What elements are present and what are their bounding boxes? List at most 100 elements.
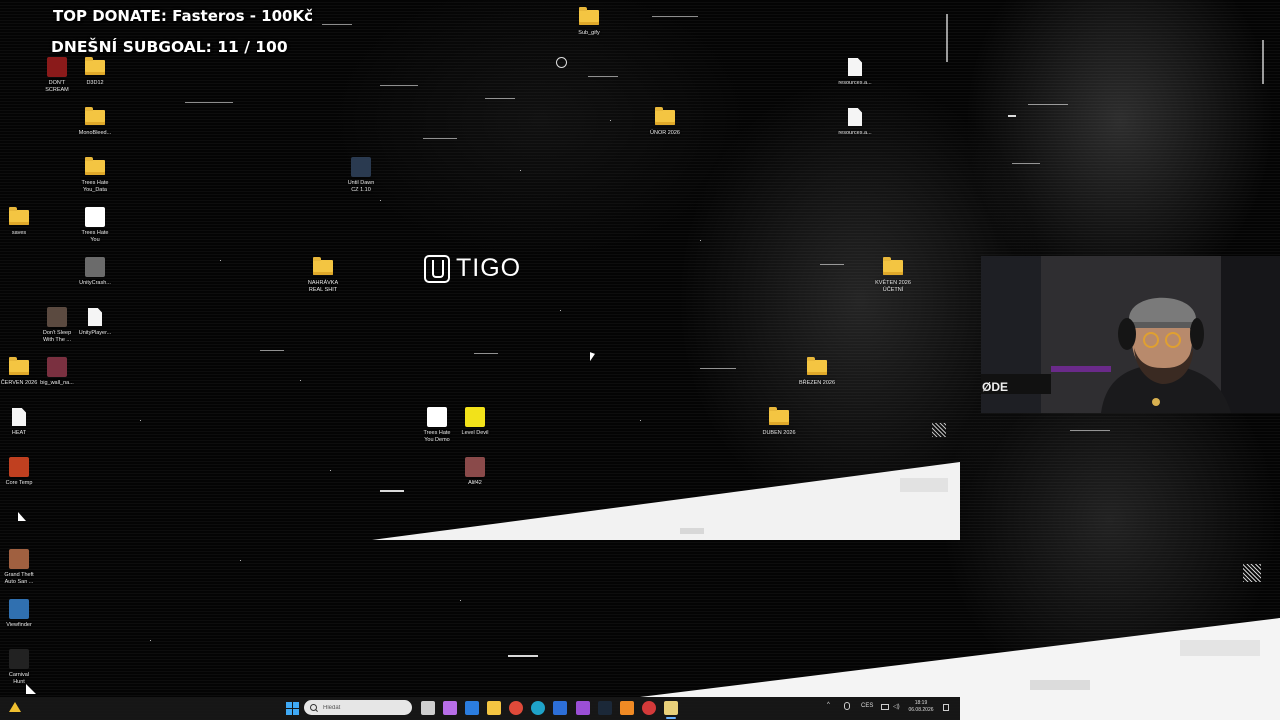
folder-icon: [84, 56, 106, 77]
desktop-icon-label: Core Temp: [5, 480, 33, 486]
folder-icon: [84, 106, 106, 127]
store-icon[interactable]: [465, 701, 479, 715]
start-button[interactable]: [286, 701, 300, 715]
desktop-icon[interactable]: Grand Theft Auto San ...: [0, 549, 43, 585]
search-icon: [310, 704, 317, 711]
desktop-icon-label: Trees Hate You_Data: [81, 180, 109, 193]
folder-icon: [578, 6, 600, 27]
app-icon: [46, 57, 68, 77]
desktop-icon-label: Level Devil: [461, 430, 489, 436]
desktop-icon-label: resources.a...: [838, 80, 872, 86]
desktop-icon[interactable]: Core Temp: [0, 457, 43, 487]
desktop-icon-label: Don't Sleep With The ...: [42, 330, 72, 343]
top-donate-text: TOP DONATE: Fasteros - 100Kč: [53, 7, 313, 25]
desktop-icon[interactable]: Viewfinder: [0, 599, 43, 629]
language-indicator[interactable]: CES: [861, 703, 873, 709]
app-icon: [8, 457, 30, 477]
desktop-icon-label: D3D12: [86, 80, 104, 86]
file-icon: [844, 57, 866, 77]
file-icon: [844, 107, 866, 127]
desktop-icon[interactable]: MonoBleed...: [71, 106, 119, 137]
task-view-icon[interactable]: [421, 701, 435, 715]
app-red-icon[interactable]: [642, 701, 656, 715]
folder-icon: [84, 156, 106, 177]
chrome-icon[interactable]: [509, 701, 523, 715]
desktop-icon-label: Viewfinder: [6, 622, 32, 628]
desktop-icon-label: big_wall_na...: [40, 380, 74, 386]
desktop-icon-label: NAHRÁVKA REAL SHIT: [307, 280, 339, 293]
desktop-icon[interactable]: DUBEN 2026: [755, 406, 803, 437]
desktop-icon[interactable]: resources.a...: [831, 107, 879, 137]
file-icon: [84, 307, 106, 327]
desktop-icon[interactable]: Level Devil: [451, 407, 499, 437]
arrow-marker-icon: [18, 512, 26, 521]
desktop-icon-label: HEAT: [11, 430, 27, 436]
edge-icon[interactable]: [531, 701, 545, 715]
search-input[interactable]: [323, 704, 409, 711]
app-orange-icon[interactable]: [620, 701, 634, 715]
desktop-icon[interactable]: Alif42: [451, 457, 499, 487]
hatch-marker: [932, 423, 946, 437]
desktop-icon-label: Alif42: [468, 480, 482, 486]
webcam-feed: ØDE: [981, 256, 1280, 413]
volume-icon[interactable]: ◁): [893, 703, 900, 710]
steam-icon[interactable]: [598, 701, 612, 715]
app-purple-icon[interactable]: [576, 701, 590, 715]
loading-ring-icon: [556, 57, 567, 68]
taskbar-search-box[interactable]: [304, 700, 412, 715]
desktop-icon[interactable]: Carnival Hunt: [0, 649, 43, 685]
folder-icon: [8, 206, 30, 227]
network-icon[interactable]: [881, 704, 889, 710]
taskbar-clock[interactable]: 18:19 06.08.2026: [904, 700, 938, 714]
app-blue-icon[interactable]: [553, 701, 567, 715]
subgoal-text: DNEŠNÍ SUBGOAL: 11 / 100: [51, 38, 288, 56]
desktop-icon-label: DON'T SCREAM: [45, 80, 69, 93]
desktop-icon[interactable]: Until Dawn CZ 1.10: [337, 157, 385, 193]
desktop-icon[interactable]: Trees Hate You_Data: [71, 156, 119, 193]
desktop-icon[interactable]: saves: [0, 206, 43, 237]
desktop-icon[interactable]: BŘEZEN 2026: [793, 356, 841, 387]
desktop-icon[interactable]: big_wall_na...: [33, 357, 81, 387]
tray-overflow-chevron-icon[interactable]: ^: [827, 702, 830, 708]
tigo-logo: TIGO: [424, 254, 521, 283]
desktop-icon[interactable]: NAHRÁVKA REAL SHIT: [299, 256, 347, 293]
folder-icon: [654, 106, 676, 127]
desktop-icon[interactable]: HEAT: [0, 407, 43, 437]
clock-date: 06.08.2026: [908, 707, 934, 713]
file-explorer-icon[interactable]: [487, 701, 501, 715]
desktop-icon[interactable]: KVĚTEN 2026 ÚČETNÍ: [869, 256, 917, 293]
desktop-icon[interactable]: D3D12: [71, 56, 119, 87]
desktop-icon[interactable]: UnityPlayer...: [71, 307, 119, 337]
desktop-icon[interactable]: resources.a...: [831, 57, 879, 87]
desktop-icon-label: Trees Hate You Demo: [423, 430, 451, 443]
hatch-marker: [1243, 564, 1261, 582]
desktop-icon-label: Sub_gify: [578, 30, 600, 36]
taskbar: ^ CES ◁) 18:19 06.08.2026: [0, 697, 960, 720]
microphone-icon[interactable]: [844, 702, 850, 710]
app-icon: [8, 649, 30, 669]
app-active-icon[interactable]: [664, 701, 678, 715]
copilot-icon[interactable]: [443, 701, 457, 715]
app-icon: [46, 307, 68, 327]
desktop: TIGO DON'T SCREAM D3D12 MonoBleed... Trees …: [0, 0, 1280, 720]
desktop-icon-label: KVĚTEN 2026 ÚČETNÍ: [875, 280, 911, 293]
app-icon: [84, 207, 106, 227]
desktop-icon[interactable]: Trees Hate You: [71, 207, 119, 243]
desktop-icon[interactable]: UnityCrash...: [71, 257, 119, 287]
desktop-icon-label: BŘEZEN 2026: [798, 380, 836, 386]
desktop-icon-label: MonoBleed...: [78, 130, 112, 136]
app-icon: [464, 457, 486, 477]
desktop-icon[interactable]: Sub_gify: [565, 6, 613, 37]
folder-icon: [768, 406, 790, 427]
warning-icon[interactable]: [9, 702, 21, 712]
desktop-icon-label: ČERVEN 2026: [0, 380, 38, 386]
app-icon: [350, 157, 372, 177]
svg-text:ØDE: ØDE: [982, 380, 1008, 394]
desktop-icon[interactable]: ÚNOR 2026: [641, 106, 689, 137]
folder-icon: [882, 256, 904, 277]
desktop-icon-label: Until Dawn CZ 1.10: [347, 180, 375, 193]
notification-icon[interactable]: [943, 704, 949, 711]
app-icon: [426, 407, 448, 427]
clock-time: 18:19: [914, 700, 928, 706]
active-app-indicator: [666, 717, 676, 719]
